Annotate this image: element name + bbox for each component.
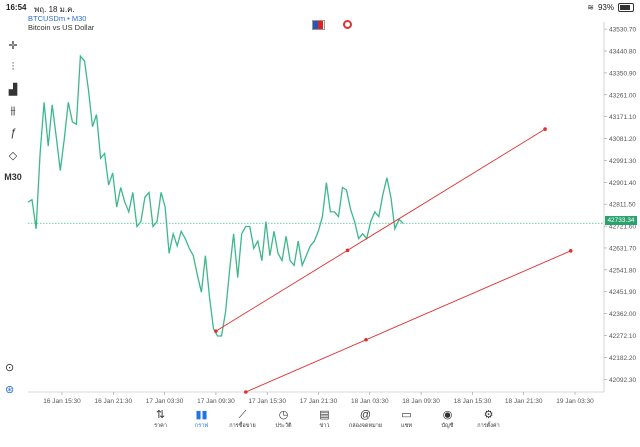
chart-color-icon[interactable] [343, 20, 352, 29]
y-tick-label: 42541.80 [609, 267, 636, 274]
mail-icon: @ [359, 409, 372, 421]
nav-item-news[interactable]: ▤ ข่าว [304, 408, 345, 430]
nav-item-label: การซื้อขาย [229, 423, 256, 429]
shapes-icon[interactable]: ◇ [0, 144, 26, 166]
crosshair-icon[interactable]: ✛ [0, 34, 26, 56]
symbol-name: BTCUSDm • M30 [28, 14, 87, 23]
y-tick-label: 42991.30 [609, 158, 636, 165]
y-tick-label: 42811.50 [609, 202, 636, 209]
chart-type-icon[interactable]: ⫶ [0, 56, 26, 78]
nav-item-label: แชท [401, 423, 412, 429]
nav-item-history[interactable]: ◷ ประวัติ [263, 408, 304, 430]
history-icon: ◷ [278, 409, 289, 421]
y-tick-label: 42362.00 [609, 311, 636, 318]
x-tick-label: 17 Jan 09:30 [197, 398, 235, 405]
app-logo-icon[interactable]: ⊛ [5, 378, 14, 400]
x-tick-label: 18 Jan 15:30 [454, 398, 492, 405]
nav-item-label: ข่าว [319, 423, 330, 429]
y-tick-label: 43261.00 [609, 92, 636, 99]
trend-line-anchor [214, 329, 218, 333]
trend-line-anchor [244, 390, 248, 394]
symbol-info: BTCUSDm • M30 Bitcoin vs US Dollar [28, 14, 94, 32]
y-tick-label: 43440.80 [609, 49, 636, 56]
y-tick-label: 42901.40 [609, 180, 636, 187]
nav-item-label: ประวัติ [275, 423, 292, 429]
current-price-label: 42733.34 [605, 216, 637, 225]
x-tick-label: 17 Jan 15:30 [248, 398, 286, 405]
y-tick-label: 43530.70 [609, 27, 636, 34]
nav-item-mail[interactable]: @ กล่องจดหมาย [345, 408, 386, 430]
chart-top-icons [312, 20, 352, 30]
nav-item-trade[interactable]: ⟋ การซื้อขาย [222, 408, 263, 430]
bottom-left-tools: ⊙ ⊛ [5, 356, 14, 400]
nav-item-label: การตั้งค่า [477, 423, 500, 429]
y-tick-label: 42451.90 [609, 289, 636, 296]
left-toolbar: ✛ ⫶ ▟ ⫵ ƒ ◇ M30 [0, 34, 26, 188]
settings-sliders-icon[interactable]: ⫵ [0, 100, 26, 122]
nav-item-arrows[interactable]: ⇅ ราคา [140, 408, 181, 430]
x-tick-label: 17 Jan 03:30 [146, 398, 184, 405]
x-tick-label: 17 Jan 21:30 [300, 398, 338, 405]
y-tick-label: 43171.10 [609, 114, 636, 121]
settings-icon: ⚙ [483, 409, 494, 421]
y-tick-label: 42631.70 [609, 245, 636, 252]
candles-icon: ▮▮ [195, 409, 208, 421]
function-icon[interactable]: ƒ [0, 122, 26, 144]
trend-line [245, 250, 571, 393]
x-tick-label: 16 Jan 21:30 [95, 398, 133, 405]
trend-line-midpoint [345, 248, 350, 253]
y-tick-label: 42272.10 [609, 333, 636, 340]
timeframe-button[interactable]: M30 [0, 166, 26, 188]
symbol-description: Bitcoin vs US Dollar [28, 23, 95, 32]
nav-item-label: กราฟ [194, 423, 209, 429]
news-icon: ▤ [319, 409, 330, 421]
trend-line-anchor [543, 127, 547, 131]
chat-icon: ▭ [401, 409, 412, 421]
trend-line-anchor [568, 249, 573, 253]
x-tick-label: 18 Jan 21:30 [505, 398, 543, 405]
nav-item-chat[interactable]: ▭ แชท [386, 408, 427, 430]
one-click-trading-icon[interactable] [312, 20, 325, 30]
x-tick-label: 18 Jan 03:30 [351, 398, 389, 405]
x-tick-label: 16 Jan 15:30 [43, 398, 81, 405]
y-tick-label: 43081.20 [609, 136, 636, 143]
nav-item-label: บัญชี [441, 423, 454, 429]
account-icon: ◉ [442, 409, 453, 421]
trade-icon: ⟋ [238, 409, 247, 421]
nav-item-label: กล่องจดหมาย [348, 423, 383, 429]
bottom-navigation: ⇅ ราคา ▮▮ กราฟ ⟋ การซื้อขาย ◷ ประวัติ ▤ ข่าว @ กล่อ… [140, 408, 509, 430]
bar-chart-icon[interactable]: ▟ [0, 78, 26, 100]
nav-item-account[interactable]: ◉ บัญชี [427, 408, 468, 430]
price-line [27, 54, 404, 337]
trend-line-midpoint [364, 337, 368, 342]
x-tick-label: 18 Jan 09:30 [402, 398, 440, 405]
zoom-icon[interactable]: ⊙ [5, 356, 14, 378]
x-tick-label: 19 Jan 03:30 [556, 398, 594, 405]
arrows-icon: ⇅ [155, 409, 166, 421]
nav-item-settings[interactable]: ⚙ การตั้งค่า [468, 408, 509, 430]
y-tick-label: 42092.30 [609, 377, 636, 384]
price-chart[interactable]: 43530.70 43440.80 43350.90 43261.00 43171.10… [0, 0, 640, 447]
y-tick-label: 43350.90 [609, 70, 636, 77]
nav-item-candles[interactable]: ▮▮ กราฟ [181, 408, 222, 430]
nav-item-label: ราคา [154, 423, 167, 429]
y-tick-label: 42182.20 [609, 355, 636, 362]
